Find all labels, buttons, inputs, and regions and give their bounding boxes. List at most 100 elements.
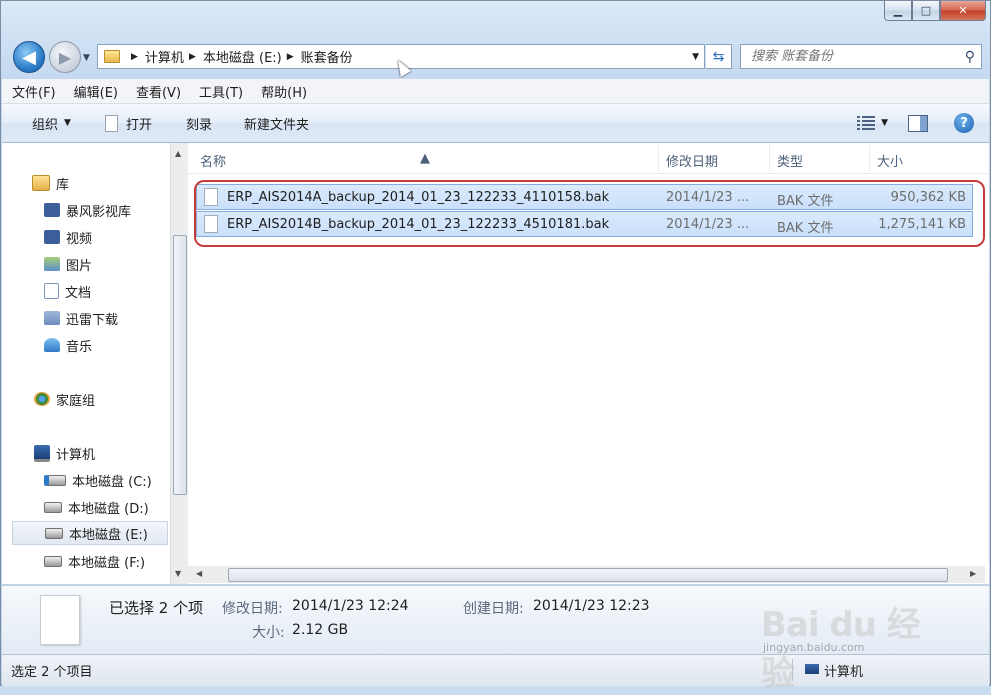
explorer-window: ▁ □ ✕ ◀ ▶ ▼ ▶ 计算机 ▶ 本地磁盘 (E:) ▶ 账套备份 ▼ ⇆… xyxy=(0,0,991,694)
nav-item-pictures[interactable]: 图片 xyxy=(44,252,164,276)
details-pane: 已选择 2 个项 修改日期: 2014/1/23 12:24 创建日期: 201… xyxy=(2,585,989,654)
chevron-right-icon[interactable]: ▶ xyxy=(287,52,294,62)
nav-drive-c[interactable]: 本地磁盘 (C:) xyxy=(44,468,164,492)
nav-label: 文档 xyxy=(65,285,92,301)
scroll-up-icon[interactable]: ▲ xyxy=(175,149,181,158)
forward-button[interactable]: ▶ xyxy=(49,41,81,73)
nav-label: 音乐 xyxy=(66,339,93,355)
organize-label: 组织 xyxy=(32,117,59,133)
documents-icon xyxy=(44,283,59,299)
nav-label: 家庭组 xyxy=(56,393,96,409)
nav-label: 计算机 xyxy=(56,447,96,463)
column-type[interactable]: 类型 xyxy=(777,151,803,170)
system-drive-icon xyxy=(44,474,66,486)
drive-icon xyxy=(44,501,62,513)
maximize-button[interactable]: □ xyxy=(912,1,940,21)
close-button[interactable]: ✕ xyxy=(940,1,986,21)
chevron-right-icon[interactable]: ▶ xyxy=(189,52,196,62)
preview-pane-icon[interactable] xyxy=(908,114,928,132)
organize-button[interactable]: 组织 ▼ xyxy=(2,104,81,142)
nav-label: 暴风影视库 xyxy=(66,204,132,220)
nav-computer[interactable]: 计算机 xyxy=(34,441,164,465)
refresh-button[interactable]: ⇆ xyxy=(706,44,732,69)
nav-item-xunlei[interactable]: 迅雷下载 xyxy=(44,306,164,330)
computer-icon xyxy=(805,664,819,674)
file-icon xyxy=(104,114,118,132)
forward-arrow-icon: ▶ xyxy=(58,47,72,67)
back-button[interactable]: ◀ xyxy=(13,41,45,73)
scroll-down-icon[interactable]: ▼ xyxy=(175,569,181,578)
search-icon[interactable]: ⚲ xyxy=(965,49,975,65)
column-size[interactable]: 大小 xyxy=(877,151,903,170)
back-arrow-icon: ◀ xyxy=(22,46,36,68)
computer-icon xyxy=(34,444,50,462)
download-icon xyxy=(44,311,60,325)
nav-item-documents[interactable]: 文档 xyxy=(44,279,164,303)
command-bar: 组织 ▼ 打开 刻录 新建文件夹 ▼ ? xyxy=(2,104,989,143)
nav-libraries[interactable]: 库 xyxy=(32,171,162,195)
recent-pages-dropdown[interactable]: ▼ xyxy=(83,53,90,63)
file-thumbnail-icon xyxy=(40,595,80,645)
nav-drive-f[interactable]: 本地磁盘 (F:) xyxy=(44,549,164,573)
column-divider[interactable] xyxy=(869,145,870,171)
size-value: 2.12 GB xyxy=(292,622,349,638)
status-location-text: 计算机 xyxy=(824,665,864,680)
scroll-thumb[interactable] xyxy=(173,235,187,495)
open-button[interactable]: 打开 xyxy=(81,104,162,142)
nav-drive-d[interactable]: 本地磁盘 (D:) xyxy=(44,495,164,519)
breadcrumb-current-folder[interactable]: 账套备份 xyxy=(301,47,353,66)
nav-label: 本地磁盘 (E:) xyxy=(69,527,148,543)
column-modified[interactable]: 修改日期 xyxy=(666,151,718,170)
drive-icon xyxy=(44,555,62,567)
minimize-button[interactable]: ▁ xyxy=(884,1,912,21)
sort-ascending-icon: ▲ xyxy=(420,151,430,166)
breadcrumb-drive-e[interactable]: 本地磁盘 (E:) xyxy=(203,47,282,66)
scroll-right-icon[interactable]: ▶ xyxy=(970,569,976,578)
refresh-icon: ⇆ xyxy=(712,48,725,65)
column-name[interactable]: 名称 xyxy=(200,151,226,170)
nav-homegroup[interactable]: 家庭组 xyxy=(34,387,164,411)
view-options-icon[interactable] xyxy=(857,116,876,130)
menu-file[interactable]: 文件(F) xyxy=(2,82,64,101)
search-input[interactable] xyxy=(749,48,953,65)
menu-view[interactable]: 查看(V) xyxy=(126,82,189,101)
pictures-icon xyxy=(44,257,60,271)
open-label: 打开 xyxy=(125,117,152,133)
breadcrumb-computer[interactable]: 计算机 xyxy=(145,47,184,66)
column-divider[interactable] xyxy=(658,145,659,171)
created-value: 2014/1/23 12:23 xyxy=(533,598,650,614)
menu-help[interactable]: 帮助(H) xyxy=(251,82,315,101)
nav-network-drive-partial[interactable] xyxy=(44,573,164,584)
annotation-highlight-ring xyxy=(194,180,985,247)
new-folder-label: 新建文件夹 xyxy=(243,117,309,133)
search-box[interactable]: ⚲ xyxy=(740,44,982,69)
library-icon xyxy=(32,175,50,191)
nav-item-music[interactable]: 音乐 xyxy=(44,333,164,357)
music-icon xyxy=(44,338,60,352)
nav-item-videos[interactable]: 视频 xyxy=(44,225,164,249)
nav-label: 视频 xyxy=(66,231,93,247)
nav-label: 本地磁盘 (F:) xyxy=(68,555,146,571)
address-dropdown-icon[interactable]: ▼ xyxy=(692,52,699,62)
modified-label: 修改日期: xyxy=(222,601,283,617)
nav-item-baofeng[interactable]: 暴风影视库 xyxy=(44,198,164,222)
view-dropdown-icon[interactable]: ▼ xyxy=(881,118,888,128)
nav-label: 迅雷下载 xyxy=(66,312,119,328)
menu-edit[interactable]: 编辑(E) xyxy=(64,82,126,101)
burn-button[interactable]: 刻录 xyxy=(162,104,222,142)
scroll-thumb[interactable] xyxy=(228,568,948,582)
homegroup-icon xyxy=(34,392,50,406)
status-divider xyxy=(792,659,793,681)
nav-label: 本地磁盘 (D:) xyxy=(68,501,149,517)
new-folder-button[interactable]: 新建文件夹 xyxy=(222,104,319,142)
nav-vertical-scrollbar[interactable]: ▲ ▼ xyxy=(170,143,188,584)
chevron-down-icon: ▼ xyxy=(64,118,71,128)
chevron-right-icon[interactable]: ▶ xyxy=(131,52,138,62)
nav-drive-e[interactable]: 本地磁盘 (E:) xyxy=(12,521,168,545)
status-selection-text: 选定 2 个项目 xyxy=(11,665,93,680)
column-divider[interactable] xyxy=(769,145,770,171)
menu-tools[interactable]: 工具(T) xyxy=(189,82,251,101)
help-icon[interactable]: ? xyxy=(954,113,974,133)
file-horizontal-scrollbar[interactable]: ◀ ▶ xyxy=(188,566,985,583)
scroll-left-icon[interactable]: ◀ xyxy=(196,569,202,578)
